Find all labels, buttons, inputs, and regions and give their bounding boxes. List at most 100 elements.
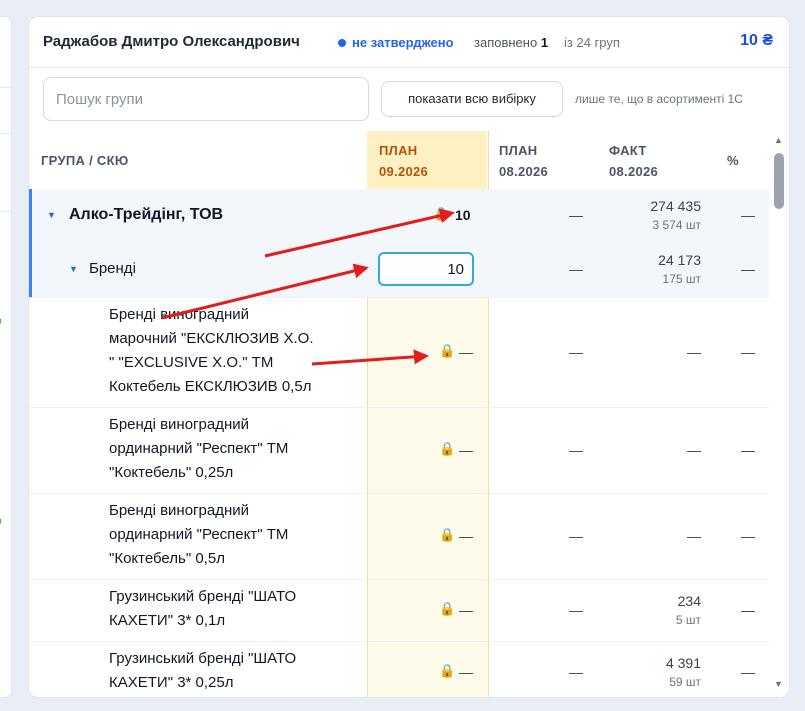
row-label: Грузинський бренді "ШАТО КАХЕТИ" 3* 0,25… xyxy=(109,647,296,695)
label-line: ординарний "Респект" ТМ xyxy=(109,440,289,457)
label-line: " "EXCLUSIVE X.O." ТМ xyxy=(109,354,274,371)
lock-icon: 🔒 xyxy=(439,527,456,542)
pct-value: — xyxy=(741,207,755,223)
label-line: Бренді виноградний xyxy=(109,416,249,433)
label-line: Грузинський бренді "ШАТО xyxy=(109,650,297,667)
pct-value: — xyxy=(741,664,755,680)
fact-value: 24 173 xyxy=(658,252,701,268)
status-badge: не затверджено xyxy=(352,35,454,50)
col-plan-current[interactable]: ПЛАН xyxy=(379,143,417,158)
plan-value: — xyxy=(459,344,473,360)
row-label: Бренді виноградний марочний "ЕКСКЛЮЗИВ Х… xyxy=(109,303,314,399)
lock-icon: 🔒 xyxy=(433,206,450,221)
plan-table: ГРУПА / СКЮ ПЛАН 09.2026 ПЛАН 08.2026 ФА… xyxy=(29,131,789,697)
side-divider xyxy=(0,87,11,88)
filled-count: 1 xyxy=(540,35,549,50)
label-line: КАХЕТИ" 3* 0,1л xyxy=(109,612,226,629)
fact-qty: 59 шт xyxy=(669,675,701,689)
side-pct: % xyxy=(0,313,2,327)
row-label: Бренді xyxy=(89,260,136,277)
plan-value: — xyxy=(459,442,473,458)
caret-down-icon[interactable]: ▼ xyxy=(47,210,56,220)
card-header: Раджабов Дмитро Олександрович не затверд… xyxy=(29,17,789,68)
fact-value: — xyxy=(687,344,701,360)
plan-input[interactable] xyxy=(378,252,474,286)
label-line: Бренді виноградний xyxy=(109,502,249,519)
pct-value: — xyxy=(741,442,755,458)
agent-name: Раджабов Дмитро Олександрович xyxy=(43,33,300,50)
scroll-thumb[interactable] xyxy=(774,153,784,209)
table-row-company[interactable]: ▼ Алко-Трейдінг, ТОВ 🔒 10 — 274 435 3 57… xyxy=(29,189,769,244)
side-divider xyxy=(0,133,11,134)
label-line: Грузинський бренді "ШАТО xyxy=(109,588,297,605)
fact-qty: 5 шт xyxy=(675,613,701,627)
col-fact-date: 08.2026 xyxy=(609,164,659,179)
col-fact[interactable]: ФАКТ xyxy=(609,143,647,158)
col-plan-prev[interactable]: ПЛАН xyxy=(499,143,537,158)
fact-value: 4 391 xyxy=(665,655,701,671)
fact-value: 234 xyxy=(677,593,701,609)
row-label: Грузинський бренді "ШАТО КАХЕТИ" 3* 0,1л xyxy=(109,585,296,633)
label-line: ординарний "Респект" ТМ xyxy=(109,526,289,543)
lock-icon: 🔒 xyxy=(439,441,456,456)
label-line: "Коктебель" 0,25л xyxy=(109,464,234,481)
status-dot-icon xyxy=(338,39,346,47)
plan-prev-value: — xyxy=(569,261,583,277)
row-accent xyxy=(29,189,32,243)
col-plan-prev-date: 08.2026 xyxy=(499,164,549,179)
label-line: Коктебель ЕКСКЛЮЗИВ 0,5л xyxy=(109,378,312,395)
table-row-category[interactable]: ▼ Бренді — 24 173 175 шт — xyxy=(29,243,769,298)
plan-card: Раджабов Дмитро Олександрович не затверд… xyxy=(28,16,790,698)
total-amount: 10 ₴ xyxy=(740,32,773,49)
row-label: Алко-Трейдінг, ТОВ xyxy=(69,206,224,223)
side-panel: % % xyxy=(0,16,12,698)
table-row-sku[interactable]: Грузинський бренді "ШАТО КАХЕТИ" 3* 0,25… xyxy=(29,641,769,697)
row-label: Бренді виноградний ординарний "Респект" … xyxy=(109,413,288,485)
table-row-sku[interactable]: Грузинський бренді "ШАТО КАХЕТИ" 3* 0,1л… xyxy=(29,579,769,642)
row-accent xyxy=(29,243,32,297)
col-group[interactable]: ГРУПА / СКЮ xyxy=(41,153,129,168)
fact-value: — xyxy=(687,528,701,544)
plan-prev-value: — xyxy=(569,207,583,223)
plan-value: — xyxy=(459,602,473,618)
label-line: КАХЕТИ" 3* 0,25л xyxy=(109,674,234,691)
show-all-button[interactable]: показати всю вибірку xyxy=(381,81,563,117)
filled-counter: заповнено 1 xyxy=(474,35,548,50)
table-row-sku[interactable]: Бренді виноградний ординарний "Респект" … xyxy=(29,407,769,494)
plan-value: — xyxy=(459,664,473,680)
pct-value: — xyxy=(741,344,755,360)
side-divider xyxy=(0,211,11,212)
plan-prev-value: — xyxy=(569,442,583,458)
label-line: "Коктебель" 0,5л xyxy=(109,550,225,567)
plan-prev-value: — xyxy=(569,344,583,360)
lock-icon: 🔒 xyxy=(439,663,456,678)
label-line: Бренді виноградний xyxy=(109,306,249,323)
fact-qty: 175 шт xyxy=(662,272,701,286)
table-header: ГРУПА / СКЮ ПЛАН 09.2026 ПЛАН 08.2026 ФА… xyxy=(29,131,769,190)
fact-value: 274 435 xyxy=(650,198,701,214)
col-plan-current-date: 09.2026 xyxy=(379,164,429,179)
col-pct[interactable]: % xyxy=(727,153,739,168)
lock-icon: 🔒 xyxy=(439,601,456,616)
table-scrollbar[interactable]: ▲ ▼ xyxy=(771,131,787,697)
scroll-down-icon[interactable]: ▼ xyxy=(774,679,783,689)
pct-value: — xyxy=(741,602,755,618)
lock-icon: 🔒 xyxy=(439,343,456,358)
caret-down-icon[interactable]: ▼ xyxy=(69,264,78,274)
scroll-up-icon[interactable]: ▲ xyxy=(774,135,783,145)
pct-value: — xyxy=(741,528,755,544)
plan-prev-value: — xyxy=(569,664,583,680)
groups-total: із 24 груп xyxy=(564,35,620,50)
search-input[interactable] xyxy=(43,77,369,121)
table-row-sku[interactable]: Бренді виноградний ординарний "Респект" … xyxy=(29,493,769,580)
plan-prev-value: — xyxy=(569,602,583,618)
fact-value: — xyxy=(687,442,701,458)
plan-header-highlight xyxy=(367,131,487,189)
table-row-sku[interactable]: Бренді виноградний марочний "ЕКСКЛЮЗИВ Х… xyxy=(29,297,769,408)
plan-value: — xyxy=(459,528,473,544)
fact-qty: 3 574 шт xyxy=(652,218,702,232)
assortment-filter-note[interactable]: лише те, що в асортименті 1С xyxy=(575,92,743,106)
row-label: Бренді виноградний ординарний "Респект" … xyxy=(109,499,288,571)
label-line: марочний "ЕКСКЛЮЗИВ Х.О. xyxy=(109,330,314,347)
plan-value: 10 xyxy=(455,207,471,223)
